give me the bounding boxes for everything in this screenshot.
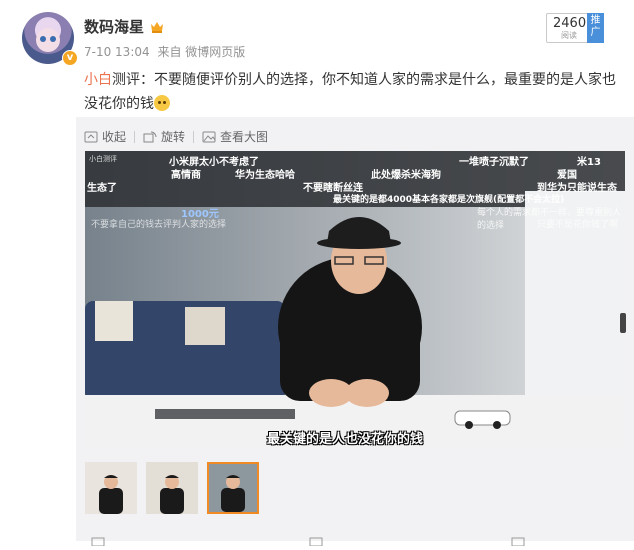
danmaku-line: 高情商 [171, 170, 201, 181]
avatar-eye-left [40, 36, 46, 42]
danmaku-line: 一堆喷子沉默了 [459, 157, 529, 168]
crown-icon [151, 22, 163, 33]
thumbnail-3[interactable] [207, 462, 259, 514]
next-image-handle[interactable] [620, 313, 626, 333]
thumbnail-2[interactable] [146, 462, 198, 514]
channel-label: 小白测评 [89, 155, 117, 163]
post-source: 来自 微博网页版 [157, 45, 246, 59]
video-frame-image[interactable]: 小白测评 小米屏太小不考虑了 一堆喷子沉默了 米13 高情商 华为生态哈哈 此处… [85, 151, 625, 449]
image-icon [202, 131, 216, 142]
toolbar-divider [193, 130, 195, 143]
promote-button[interactable]: 推广 [587, 13, 604, 43]
video-subtitle: 最关键的是人也没花你的钱 [267, 432, 424, 447]
rotate-button[interactable]: 旋转 [143, 128, 185, 145]
thumbnail-image [85, 462, 137, 514]
danmaku-line: 只要不是花你钱了啊 [537, 220, 619, 230]
avatar-eye-right [50, 36, 56, 42]
collapse-label: 收起 [102, 130, 127, 144]
danmaku-line: 此处爆杀米海狗 [371, 170, 441, 181]
view-large-label: 查看大图 [220, 130, 269, 144]
post-meta: 7-10 13:04 来自 微博网页版 [84, 43, 249, 60]
media-toolbar: 收起 旋转 查看大图 [84, 128, 268, 145]
thumbnail-image [209, 464, 257, 512]
read-count: 2460 [553, 16, 587, 31]
danmaku-line: 生态了 [87, 183, 117, 194]
cat-emoji-icon [154, 95, 170, 111]
rotate-icon [143, 131, 157, 142]
rotate-label: 旋转 [161, 130, 186, 144]
view-large-button[interactable]: 查看大图 [202, 128, 268, 145]
read-label: 阅读 [561, 31, 577, 40]
thumbnail-1[interactable] [85, 462, 137, 514]
danmaku-line: 最关键的是都4000基本各家都是次旗舰(配置都不会太拉) [333, 195, 565, 205]
action-bar [84, 531, 624, 547]
danmaku-overlay: 小白测评 小米屏太小不考虑了 一堆喷子沉默了 米13 高情商 华为生态哈哈 此处… [85, 151, 625, 449]
toolbar-divider [134, 130, 136, 143]
danmaku-line: 华为生态哈哈 [235, 170, 295, 181]
post-timestamp[interactable]: 7-10 13:04 [84, 45, 150, 59]
action-icons [91, 537, 525, 547]
mention-link[interactable]: 小白 [84, 72, 112, 88]
danmaku-line: 米13 [577, 157, 601, 168]
post-text: 小白测评：不要随便评价别人的选择，你不知道人家的需求是什么，最重要的是人家也没花… [84, 68, 629, 116]
author-name[interactable]: 数码海星 [84, 16, 144, 37]
collapse-icon [84, 131, 98, 142]
thumbnail-image [146, 462, 198, 514]
verified-badge-icon: v [62, 50, 78, 66]
danmaku-line: 不要拿自己的钱去评判人家的选择 [91, 220, 227, 230]
collapse-button[interactable]: 收起 [84, 128, 126, 145]
